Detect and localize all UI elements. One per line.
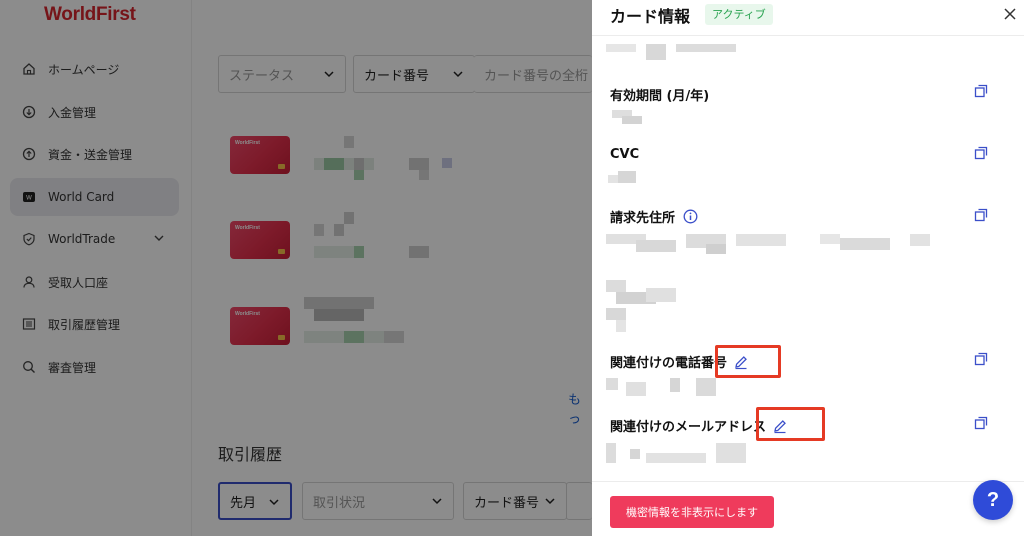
email-label-text: 関連付けのメールアドレス	[610, 420, 767, 435]
drawer-footer: 機密情報を非表示にします	[592, 481, 1024, 536]
cvc-label: CVC	[610, 147, 639, 162]
card-info-drawer: カード情報 アクティブ 有効期間 (月/年) CVC 請求先住所 関連付けの電話…	[592, 0, 1024, 536]
copy-cvc-button[interactable]	[974, 146, 988, 160]
copy-email-button[interactable]	[974, 416, 988, 430]
copy-phone-button[interactable]	[974, 352, 988, 366]
close-icon	[1003, 7, 1017, 25]
help-icon: ?	[986, 488, 1000, 511]
expiry-label-text: 有効期間 (月/年)	[610, 89, 710, 104]
phone-label-text: 関連付けの電話番号	[610, 356, 728, 371]
cvc-label-text: CVC	[610, 147, 640, 162]
expiry-label: 有効期間 (月/年)	[610, 85, 709, 104]
modal-overlay[interactable]	[0, 0, 592, 536]
close-button[interactable]	[1000, 6, 1020, 26]
highlight-edit-email	[756, 407, 825, 441]
copy-icon	[974, 352, 988, 370]
copy-billing-button[interactable]	[974, 208, 988, 222]
copy-icon	[974, 208, 988, 226]
billing-address-label: 請求先住所	[610, 207, 698, 226]
copy-icon	[974, 416, 988, 434]
info-icon[interactable]	[683, 209, 698, 224]
billing-address-label-text: 請求先住所	[610, 211, 676, 226]
status-badge: アクティブ	[705, 4, 773, 25]
hide-sensitive-info-button[interactable]: 機密情報を非表示にします	[610, 496, 774, 528]
help-button[interactable]: ?	[973, 480, 1013, 520]
drawer-header: カード情報 アクティブ	[592, 0, 1024, 36]
copy-expiry-button[interactable]	[974, 84, 988, 98]
drawer-title: カード情報	[610, 7, 691, 26]
highlight-edit-phone	[715, 345, 781, 378]
copy-icon	[974, 84, 988, 102]
copy-icon	[974, 146, 988, 164]
